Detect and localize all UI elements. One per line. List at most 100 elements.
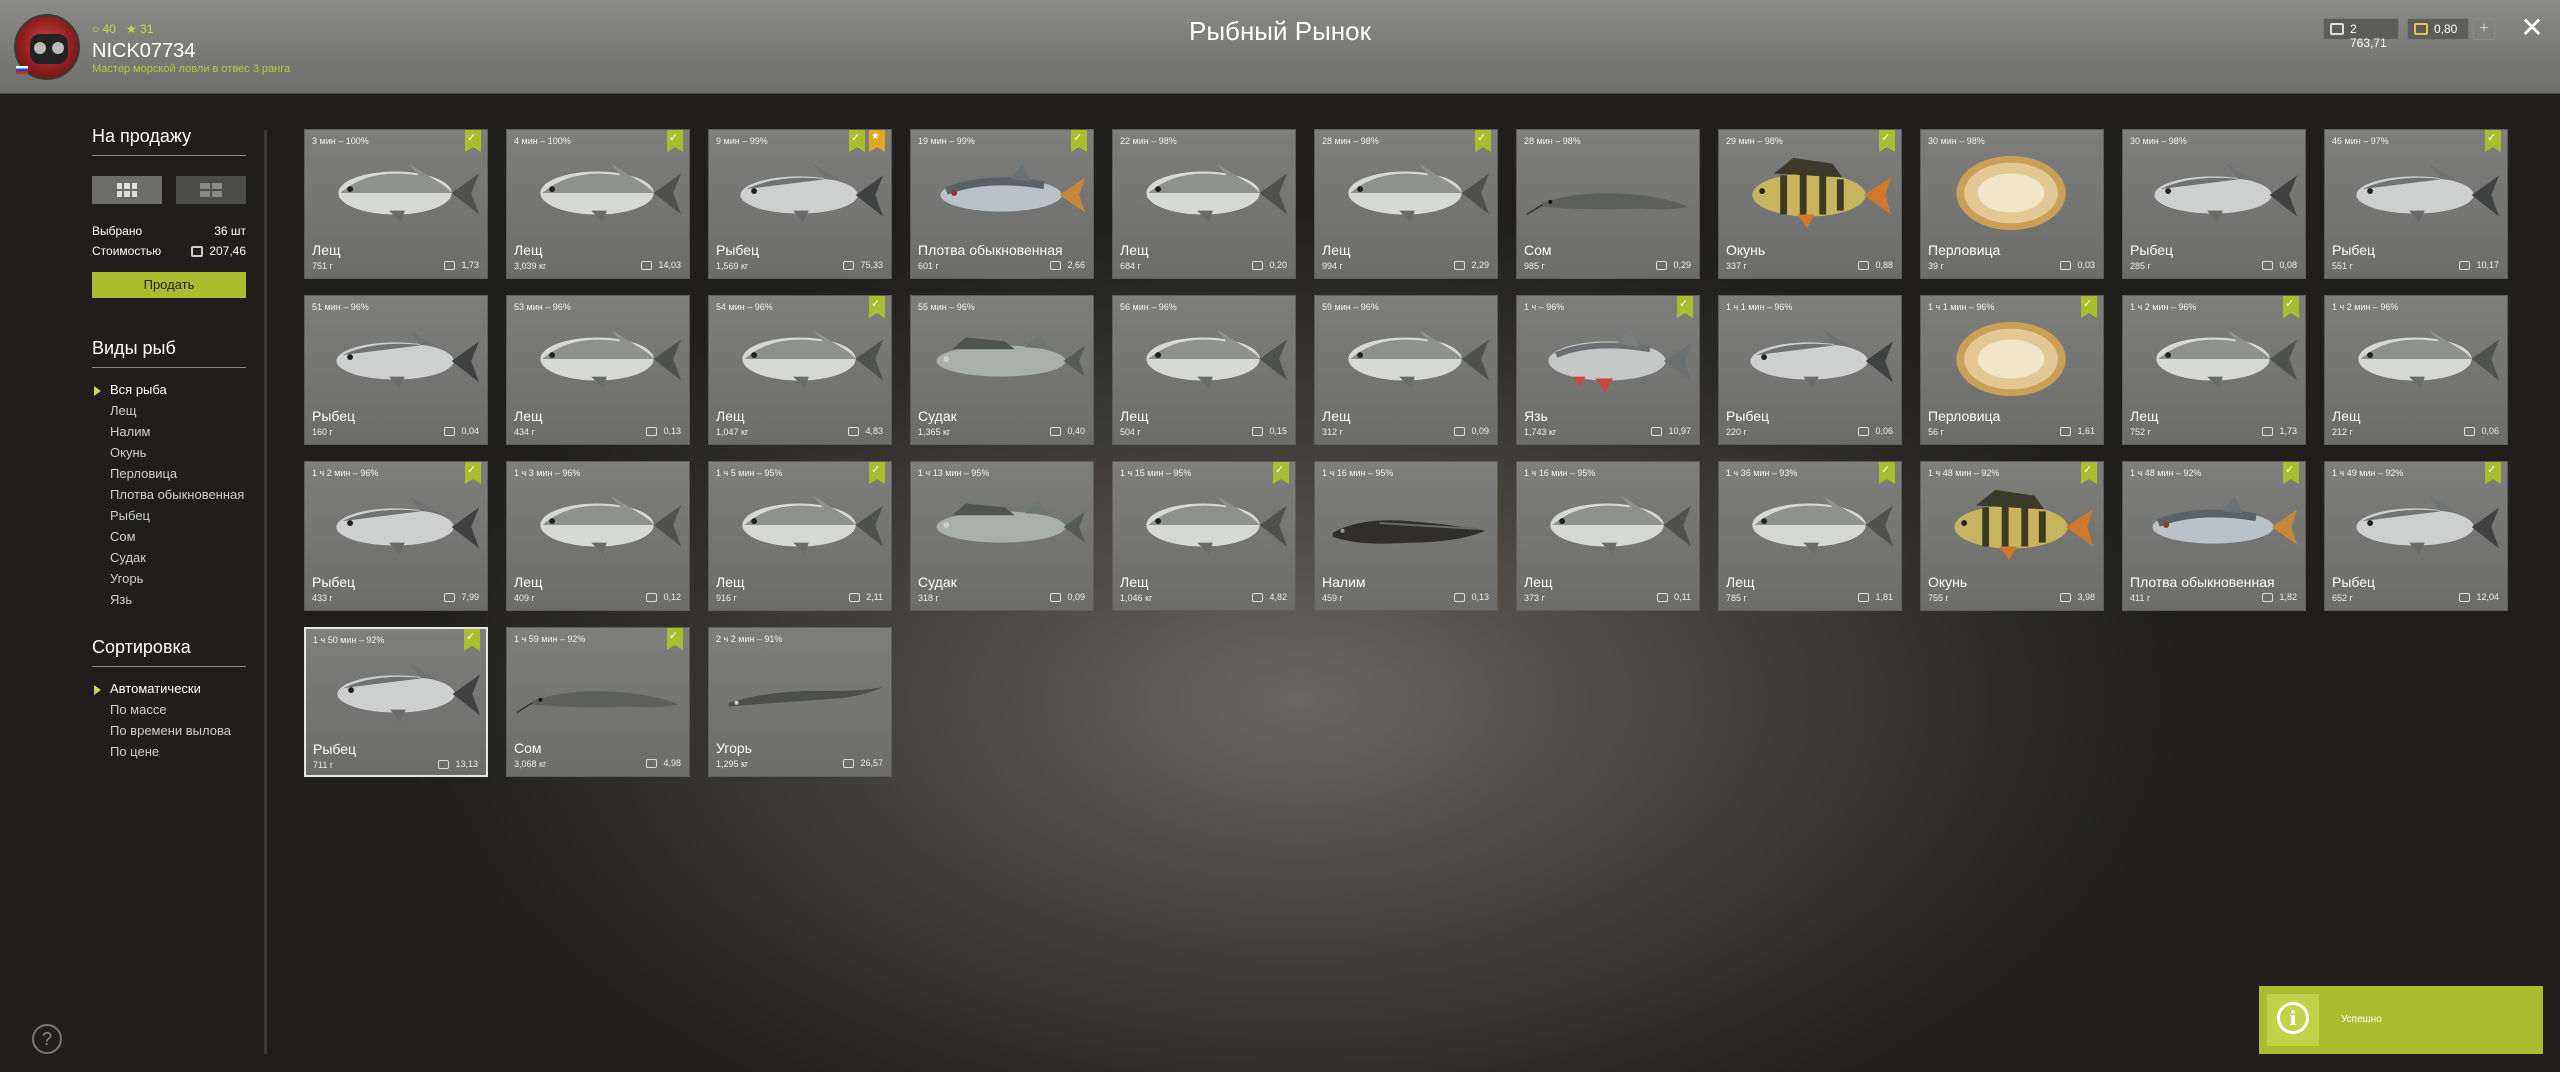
coin-icon xyxy=(646,426,658,436)
fish-card[interactable]: 1 ч 49 мин – 92% Рыбец 652 г 12,04 xyxy=(2324,461,2508,611)
bream-image xyxy=(1550,495,1692,555)
close-icon[interactable]: ✕ xyxy=(2518,14,2546,42)
fish-card[interactable]: 56 мин – 96% Лещ 504 г 0,15 xyxy=(1112,295,1296,445)
check-badge-icon[interactable] xyxy=(1879,130,1895,152)
fish-card[interactable]: 1 ч 15 мин – 95% Лещ 1,046 кг 4,82 xyxy=(1112,461,1296,611)
check-badge-icon[interactable] xyxy=(1273,462,1289,484)
fish-card[interactable]: 1 ч – 96% Язь 1,743 кг 10,97 xyxy=(1516,295,1700,445)
coin-icon xyxy=(2060,260,2072,270)
zander-image xyxy=(936,335,1086,377)
fish-card[interactable]: 59 мин – 96% Лещ 312 г 0,09 xyxy=(1314,295,1498,445)
catch-time: 9 мин – 99% xyxy=(716,136,768,146)
fish-card[interactable]: 55 мин – 96% Судак 1,365 кг 0,40 xyxy=(910,295,1094,445)
add-currency-button[interactable]: + xyxy=(2473,18,2495,40)
fish-type-item[interactable]: Вся рыба xyxy=(92,382,246,403)
help-button[interactable]: ? xyxy=(32,1024,62,1054)
fish-price: 75,33 xyxy=(843,260,883,270)
fish-card[interactable]: 1 ч 16 мин – 95% Налим 459 г 0,13 xyxy=(1314,461,1498,611)
fish-card[interactable]: 54 мин – 96% Лещ 1,047 кг 4,83 xyxy=(708,295,892,445)
fish-card[interactable]: 53 мин – 96% Лещ 434 г 0,13 xyxy=(506,295,690,445)
bream-image xyxy=(1146,329,1288,389)
fish-card[interactable]: 1 ч 1 мин – 96% Рыбец 220 г 0,06 xyxy=(1718,295,1902,445)
fish-card[interactable]: 30 мин – 98% Перловица 39 г 0,03 xyxy=(1920,129,2104,279)
fish-card[interactable]: 19 мин – 99% Плотва обыкновенная 601 г 2,66 xyxy=(910,129,1094,279)
fish-card[interactable]: 30 мин – 98% Рыбец 285 г 0,08 xyxy=(2122,129,2306,279)
fish-card[interactable]: 28 мин – 98% Сом 985 г 0,29 xyxy=(1516,129,1700,279)
check-badge-icon[interactable] xyxy=(1677,296,1693,318)
fish-card[interactable]: 1 ч 2 мин – 96% Лещ 212 г 0,06 xyxy=(2324,295,2508,445)
sell-button[interactable]: Продать xyxy=(92,272,246,298)
large-grid-view-button[interactable] xyxy=(176,176,246,204)
fish-type-item[interactable]: Окунь xyxy=(92,445,246,466)
check-badge-icon[interactable] xyxy=(2283,296,2299,318)
fish-weight: 752 г xyxy=(2130,427,2151,437)
fish-card[interactable]: 29 мин – 98% Окунь 337 г 0,88 xyxy=(1718,129,1902,279)
check-badge-icon[interactable] xyxy=(869,296,885,318)
fish-grid: 3 мин – 100%Лещ751 г1,734 мин – 100%Лещ3… xyxy=(304,129,2516,777)
check-badge-icon[interactable] xyxy=(1071,130,1087,152)
top-bar: ○ 40 ★ 31 NICK07734 Мастер морской ловли… xyxy=(0,0,2560,94)
check-badge-icon[interactable] xyxy=(2485,130,2501,152)
fish-price: 13,13 xyxy=(438,759,478,769)
catch-time: 1 ч 1 мин – 96% xyxy=(1928,302,1995,312)
fish-card[interactable]: 51 мин – 96% Рыбец 160 г 0,04 xyxy=(304,295,488,445)
sidebar-divider xyxy=(264,130,267,1054)
check-badge-icon[interactable] xyxy=(667,130,683,152)
check-badge-icon[interactable] xyxy=(1879,462,1895,484)
fish-card[interactable]: 1 ч 48 мин – 92% Плотва обыкновенная 411 г… xyxy=(2122,461,2306,611)
check-badge-icon[interactable] xyxy=(2283,462,2299,484)
fish-type-list: Вся рыба Лещ Налим Окунь Перловица Плотв… xyxy=(92,382,246,613)
fish-weight: 1,569 кг xyxy=(716,261,749,271)
sort-option[interactable]: По времени вылова xyxy=(92,723,246,744)
fish-card[interactable]: 1 ч 5 мин – 95% Лещ 916 г 2,11 xyxy=(708,461,892,611)
sort-option[interactable]: Автоматически xyxy=(92,681,246,702)
fish-card[interactable]: 1 ч 16 мин – 95% Лещ 373 г 0,11 xyxy=(1516,461,1700,611)
coin-icon xyxy=(2060,426,2072,436)
fish-type-item[interactable]: Перловица xyxy=(92,466,246,487)
fish-type-item[interactable]: Плотва обыкновенная xyxy=(92,487,246,508)
fish-type-item[interactable]: Рыбец xyxy=(92,508,246,529)
fish-card[interactable]: 1 ч 48 мин – 92% Окунь 755 г 3,98 xyxy=(1920,461,2104,611)
fish-type-item[interactable]: Сом xyxy=(92,529,246,550)
fish-card[interactable]: 1 ч 59 мин – 92% Сом 3,068 кг 4,98 xyxy=(506,627,690,777)
catch-time: 2 ч 2 мин – 91% xyxy=(716,634,783,644)
fish-card[interactable]: 1 ч 1 мин – 96% Перловица 56 г 1,61 xyxy=(1920,295,2104,445)
fish-card[interactable]: 46 мин – 97% Рыбец 551 г 10,17 xyxy=(2324,129,2508,279)
check-badge-icon[interactable] xyxy=(667,628,683,650)
sort-option[interactable]: По массе xyxy=(92,702,246,723)
fish-type-item[interactable]: Угорь xyxy=(92,571,246,592)
bream-image xyxy=(540,495,682,555)
fish-card[interactable]: 4 мин – 100% Лещ 3,039 кг 14,03 xyxy=(506,129,690,279)
fish-type-item[interactable]: Налим xyxy=(92,424,246,445)
fish-card[interactable]: 2 ч 2 мин – 91% Угорь 1,295 кг 26,57 xyxy=(708,627,892,777)
small-grid-view-button[interactable] xyxy=(92,176,162,204)
coin-icon xyxy=(444,260,456,270)
fish-card[interactable]: 3 мин – 100% Лещ 751 г 1,73 xyxy=(304,129,488,279)
fish-card[interactable]: 1 ч 50 мин – 92% Рыбец 711 г 13,13 xyxy=(304,627,488,777)
fish-card[interactable]: 28 мин – 98% Лещ 994 г 2,29 xyxy=(1314,129,1498,279)
fish-card[interactable]: 1 ч 13 мин – 95% Судак 318 г 0,09 xyxy=(910,461,1094,611)
fish-name: Рыбец xyxy=(1726,408,1770,424)
check-badge-icon[interactable] xyxy=(2081,462,2097,484)
fish-card[interactable]: 22 мин – 98% Лещ 684 г 0,20 xyxy=(1112,129,1296,279)
fish-type-item[interactable]: Лещ xyxy=(92,403,246,424)
fish-type-item[interactable]: Судак xyxy=(92,550,246,571)
catch-time: 30 мин – 98% xyxy=(1928,136,1985,146)
check-badge-icon[interactable] xyxy=(2081,296,2097,318)
selected-value: 36 шт xyxy=(214,224,246,238)
sort-option[interactable]: По цене xyxy=(92,744,246,765)
fish-price: 1,73 xyxy=(2262,426,2297,436)
fish-card[interactable]: 1 ч 2 мин – 96% Лещ 752 г 1,73 xyxy=(2122,295,2306,445)
check-badge-icon[interactable] xyxy=(465,130,481,152)
check-badge-icon[interactable] xyxy=(2485,462,2501,484)
fish-card[interactable]: 1 ч 2 мин – 96% Рыбец 433 г 7,99 xyxy=(304,461,488,611)
fish-card[interactable]: 1 ч 3 мин – 96% Лещ 409 г 0,12 xyxy=(506,461,690,611)
check-badge-icon[interactable] xyxy=(849,130,865,152)
check-badge-icon[interactable] xyxy=(464,629,480,651)
check-badge-icon[interactable] xyxy=(465,462,481,484)
check-badge-icon[interactable] xyxy=(1475,130,1491,152)
fish-type-item[interactable]: Язь xyxy=(92,592,246,613)
check-badge-icon[interactable] xyxy=(869,462,885,484)
fish-card[interactable]: 1 ч 36 мин – 93% Лещ 785 г 1,81 xyxy=(1718,461,1902,611)
fish-card[interactable]: 9 мин – 99% Рыбец 1,569 кг 75,33 xyxy=(708,129,892,279)
